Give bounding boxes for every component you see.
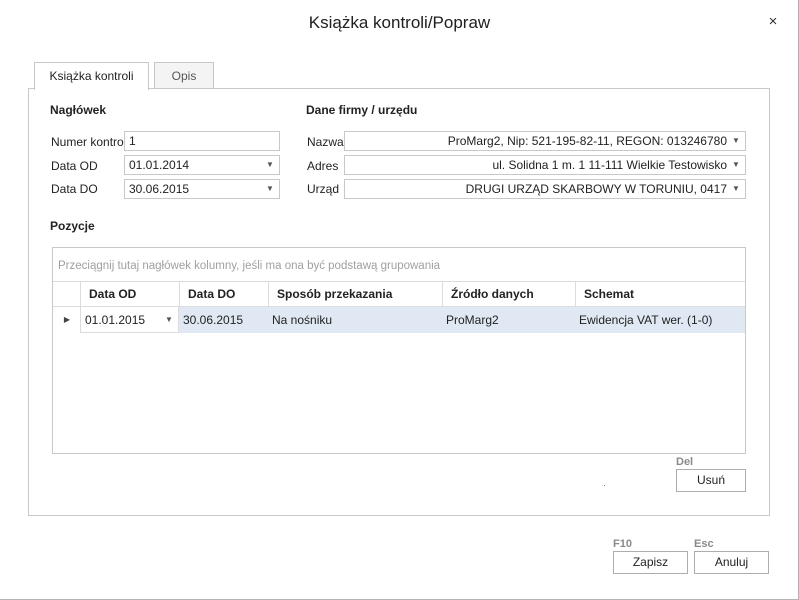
grid-header: Data OD Data DO Sposób przekazania Źródł… [53, 281, 745, 307]
cell-data-do: 30.06.2015 [183, 313, 244, 327]
chevron-down-icon[interactable]: ▼ [264, 180, 276, 198]
adres-combo[interactable]: ul. Solidna 1 m. 1 11-111 Wielkie Testow… [344, 155, 746, 175]
cancel-button[interactable]: Anuluj [694, 551, 769, 574]
cell-schemat: Ewidencja VAT wer. (1-0) [579, 313, 713, 327]
urzad-combo[interactable]: DRUGI URZĄD SKARBOWY W TORUNIU, 0417 ▼ [344, 179, 746, 199]
chevron-down-icon[interactable]: ▼ [730, 156, 742, 174]
dialog-title: Książka kontroli/Popraw [308, 13, 491, 32]
tab-opis[interactable]: Opis [154, 62, 214, 89]
table-row[interactable]: ▶ 01.01.2015 ▼ 30.06.2015 Na nośniku Pro… [53, 307, 745, 333]
cancel-hotkey: Esc [694, 538, 714, 550]
chevron-down-icon[interactable]: ▼ [730, 180, 742, 198]
nazwa-label: Nazwa [307, 135, 344, 149]
delete-button[interactable]: Usuń [676, 469, 746, 492]
close-button[interactable]: × [764, 13, 782, 31]
cell-data-od-editor[interactable]: 01.01.2015 ▼ [80, 307, 179, 333]
column-header-sposob[interactable]: Sposób przekazania [268, 282, 442, 307]
cell-sposob: Na nośniku [272, 313, 333, 327]
company-section-title: Dane firmy / urzędu [306, 103, 418, 117]
nazwa-value: ProMarg2, Nip: 521-195-82-11, REGON: 013… [447, 134, 727, 148]
adres-label: Adres [307, 159, 339, 173]
data-od-picker[interactable]: 01.01.2014 ▼ [124, 155, 280, 175]
chevron-down-icon[interactable]: ▼ [264, 156, 276, 174]
cell-zrodlo: ProMarg2 [446, 313, 499, 327]
data-od-label: Data OD [51, 159, 98, 173]
dialog-window: Książka kontroli/Popraw × Książka kontro… [0, 0, 799, 600]
row-pointer-icon: ▶ [53, 307, 81, 333]
save-hotkey: F10 [613, 538, 632, 550]
chevron-down-icon[interactable]: ▼ [730, 132, 742, 150]
numer-kontroli-field[interactable]: 1 [124, 131, 280, 151]
column-header-data-do[interactable]: Data DO [179, 282, 268, 307]
nazwa-combo[interactable]: ProMarg2, Nip: 521-195-82-11, REGON: 013… [344, 131, 746, 151]
data-do-label: Data DO [51, 182, 98, 196]
numer-kontroli-label: Numer kontroli [51, 135, 130, 149]
data-od-value: 01.01.2014 [129, 158, 190, 172]
column-header-zrodlo[interactable]: Źródło danych [442, 282, 575, 307]
chevron-down-icon[interactable]: ▼ [163, 311, 175, 329]
urzad-value: DRUGI URZĄD SKARBOWY W TORUNIU, 0417 [465, 182, 727, 196]
positions-section-title: Pozycje [50, 219, 95, 233]
data-do-picker[interactable]: 30.06.2015 ▼ [124, 179, 280, 199]
data-do-value: 30.06.2015 [129, 182, 190, 196]
group-panel-hint[interactable]: Przeciągnij tutaj nagłówek kolumny, jeśl… [58, 260, 440, 272]
column-header-data-od[interactable]: Data OD [80, 282, 179, 307]
header-section-title: Nagłówek [50, 103, 107, 117]
column-header-schemat[interactable]: Schemat [575, 282, 745, 307]
delete-hotkey: Del [676, 456, 694, 468]
urzad-label: Urząd [307, 182, 340, 196]
divider-dot [604, 485, 605, 486]
positions-grid: Przeciągnij tutaj nagłówek kolumny, jeśl… [52, 247, 746, 454]
adres-value: ul. Solidna 1 m. 1 11-111 Wielkie Testow… [492, 158, 727, 172]
save-button[interactable]: Zapisz [613, 551, 688, 574]
cell-data-od: 01.01.2015 [85, 313, 146, 327]
tab-ksiazka-kontroli[interactable]: Książka kontroli [34, 62, 149, 90]
